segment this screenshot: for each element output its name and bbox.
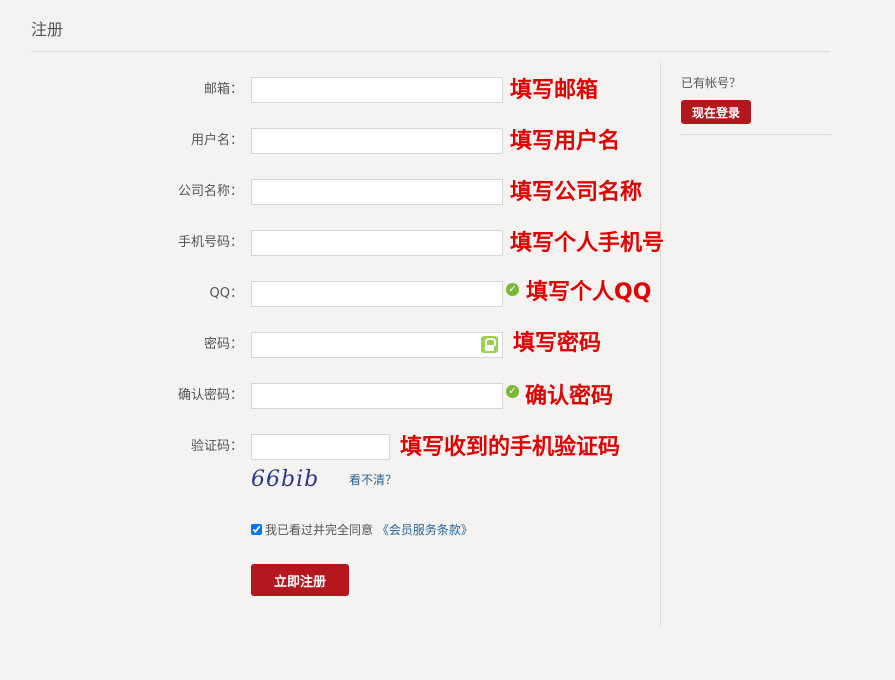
check-icon: ✓ [506,385,519,398]
password-field[interactable] [251,332,503,358]
qq-field[interactable] [251,281,503,307]
verification-code-field[interactable] [251,434,390,460]
agree-checkbox[interactable] [251,524,262,535]
code-label: 验证码： [190,439,243,454]
agree-text: 我已看过并完全同意 [265,523,374,537]
check-icon: ✓ [506,283,519,296]
email-label: 邮箱： [203,82,243,97]
company-hint: 填写公司名称 [510,180,643,205]
password-hint: 填写密码 [513,331,602,356]
terms-link[interactable]: 《会员服务条款》 [377,523,473,537]
captcha-image[interactable]: 66bib [251,465,333,495]
page-title: 注册 [31,20,64,39]
email-field[interactable] [251,77,503,103]
qq-label: QQ： [209,286,243,301]
phone-hint: 填写个人手机号 [510,231,665,256]
agree-terms: 我已看过并完全同意 《会员服务条款》 [251,522,473,538]
title-divider [31,51,830,52]
sidebar-divider [681,134,831,135]
confirm-hint: 确认密码 [525,384,614,409]
lock-icon [481,336,498,353]
company-label: 公司名称： [177,184,243,199]
qq-hint: 填写个人QQ [526,280,652,305]
company-field[interactable] [251,179,503,205]
password-label: 密码： [203,337,243,352]
vertical-divider [660,62,661,627]
login-button[interactable]: 现在登录 [681,100,751,124]
phone-label: 手机号码： [177,235,243,250]
captcha-refresh-link[interactable]: 看不清？ [349,471,397,488]
register-button[interactable]: 立即注册 [251,564,349,596]
confirm-label: 确认密码： [177,388,243,403]
confirm-password-field[interactable] [251,383,503,409]
have-account-text: 已有帐号？ [681,76,742,90]
username-label: 用户名： [190,133,243,148]
username-field[interactable] [251,128,503,154]
email-hint: 填写邮箱 [510,78,599,103]
phone-field[interactable] [251,230,503,256]
username-hint: 填写用户名 [510,129,621,154]
code-hint: 填写收到的手机验证码 [400,435,621,460]
